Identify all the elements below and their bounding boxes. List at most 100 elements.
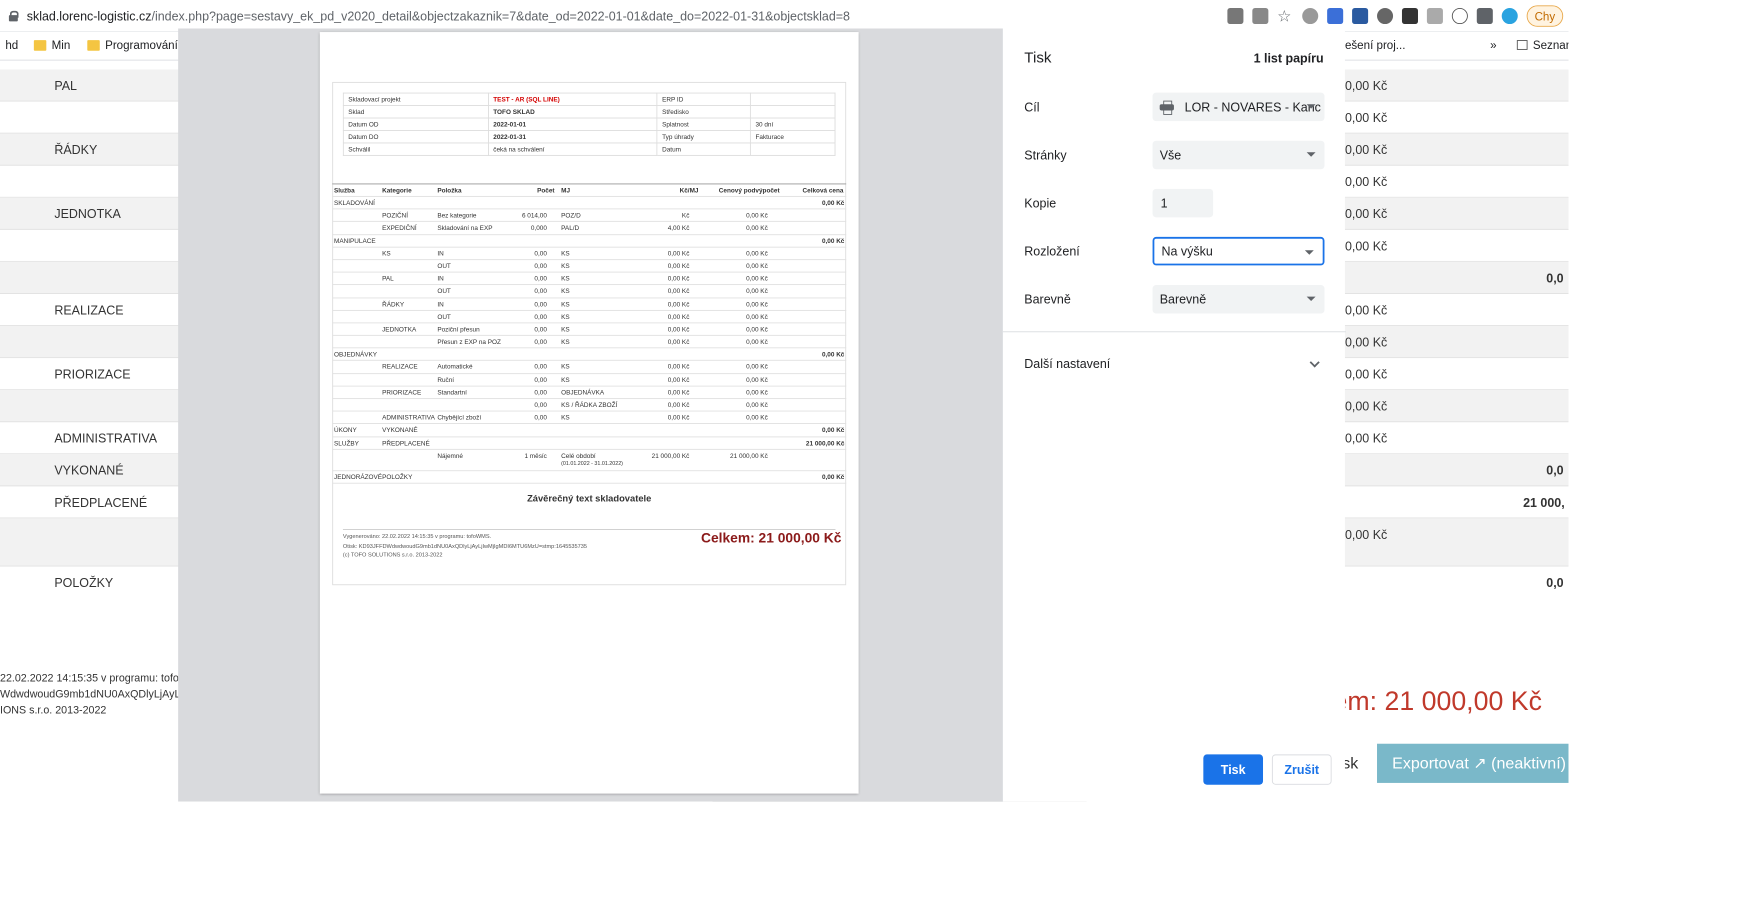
table-row: POZIČNÍ Bez kategorie 6 014,00 POZ/D Kč 0,00 … xyxy=(332,209,847,223)
project-info-cell: TEST - AR (SQL LINE) xyxy=(487,92,658,106)
key-icon[interactable] xyxy=(1227,8,1244,25)
project-info-table: Skladovací projekt TEST - AR (SQL LINE) ER… xyxy=(342,92,836,156)
table-cell: Chybějící zboží xyxy=(437,413,482,422)
bg-subtotal: 21 000, xyxy=(1523,495,1565,510)
table-cell: KS xyxy=(561,362,570,371)
new-ext-icon[interactable] xyxy=(1401,8,1418,25)
chevron-down-icon xyxy=(1306,296,1316,302)
project-info-cell: Datum OD xyxy=(342,117,489,131)
share-icon[interactable] xyxy=(1252,8,1269,25)
table-cell: REALIZACE xyxy=(382,362,418,371)
more-settings[interactable]: Další nastavení xyxy=(1024,356,1110,370)
project-info-row: Datum DO 2022-01-31 Typ úhrady Fakturace xyxy=(342,130,836,144)
table-cell: 0,00 Kč xyxy=(667,274,690,283)
table-cell: PRIORIZACE xyxy=(382,388,422,397)
puzzle-icon[interactable] xyxy=(1476,8,1493,25)
reading-list[interactable]: Seznar xyxy=(1516,38,1569,52)
bg-subtotal: 0,0 xyxy=(1546,575,1564,590)
table-cell: 0,00 xyxy=(534,400,547,409)
star-icon[interactable]: ☆ xyxy=(1277,8,1293,24)
project-info-cell xyxy=(750,105,836,119)
table-cell: 0,00 Kč xyxy=(667,261,690,270)
copies-input[interactable]: 1 xyxy=(1152,188,1214,218)
bookmark-min[interactable]: Min xyxy=(33,38,70,52)
table-cell: KS xyxy=(561,299,570,308)
bookmark-hd[interactable]: hd xyxy=(5,38,18,51)
table-cell: Přesun z EXP na POZ xyxy=(437,337,501,346)
table-row: ŘÁDKY IN 0,00 KS 0,00 Kč 0,00 Kč xyxy=(332,298,847,311)
project-info-cell xyxy=(750,142,836,156)
table-cell: 0,00 Kč xyxy=(821,426,845,435)
table-cell: KS xyxy=(561,274,570,283)
table-cell: Ruční xyxy=(437,375,455,384)
table-cell: 0,00 Kč xyxy=(667,375,690,384)
table-cell: 0,00 Kč xyxy=(667,362,690,371)
table-cell: 0,00 Kč xyxy=(667,287,690,296)
edge-icon[interactable] xyxy=(1501,8,1518,25)
table-cell: 0,00 Kč xyxy=(746,287,768,296)
table-cell: Poziční přesun xyxy=(437,324,480,334)
bg-value: 0,00 Kč xyxy=(1344,174,1388,189)
destination-label: Cíl xyxy=(1024,99,1040,115)
settings-ext-icon[interactable] xyxy=(1376,8,1393,25)
print-button[interactable]: Tisk xyxy=(1203,754,1264,785)
period-note: (01.01.2022 - 31.01.2022) xyxy=(561,461,623,467)
layout-select[interactable]: Na výšku xyxy=(1152,236,1325,266)
camera-icon[interactable] xyxy=(1426,8,1443,25)
table-row: KS IN 0,00 KS 0,00 Kč 0,00 Kč xyxy=(332,247,847,261)
table-cell: OBJEDNÁVKY xyxy=(334,350,378,359)
ext-badge-icon[interactable] xyxy=(1451,8,1468,25)
table-cell: KS xyxy=(561,249,570,258)
table-cell: 0,00 Kč xyxy=(667,324,690,334)
table-row: JEDNORÁZOVÉ POLOŽKY 0,00 Kč xyxy=(332,471,847,484)
translate-icon[interactable] xyxy=(1327,8,1344,25)
expand-icon[interactable] xyxy=(1309,357,1320,368)
print-preview-page: Skladovací projekt TEST - AR (SQL LINE) ER… xyxy=(319,32,859,794)
chevron-down-icon xyxy=(1306,152,1316,157)
table-cell: 0,00 Kč xyxy=(821,350,845,359)
table-cell: 0,00 xyxy=(534,274,547,283)
destination-select[interactable]: LOR - NOVARES - Kanc xyxy=(1152,92,1325,122)
table-cell: 6 014,00 xyxy=(521,211,547,220)
table-row: OUT 0,00 KS 0,00 Kč 0,00 Kč xyxy=(332,260,847,273)
bookmarks-overflow[interactable]: » xyxy=(1490,38,1496,51)
table-cell: 0,00 Kč xyxy=(667,249,690,258)
bookmark-reseni[interactable]: ešení proj... xyxy=(1345,38,1406,51)
project-info-cell: Splatnost xyxy=(656,117,752,131)
table-cell: 0,00 Kč xyxy=(746,223,768,232)
sheet-count: 1 list papíru xyxy=(1253,50,1324,66)
table-cell: POZ/D xyxy=(561,211,581,220)
export-button[interactable]: Exportovat ↗ (neaktivní) xyxy=(1377,743,1569,783)
cancel-button[interactable]: Zrušit xyxy=(1271,754,1332,785)
adblock-icon[interactable] xyxy=(1302,8,1319,25)
table-cell: 0,00 Kč xyxy=(746,388,768,397)
bg-value: 0,00 Kč xyxy=(1344,142,1388,157)
bookmark-programovani[interactable]: Programování xyxy=(87,38,178,52)
copies-label: Kopie xyxy=(1024,195,1057,211)
project-info-cell: Datum xyxy=(656,142,752,156)
pages-label: Stránky xyxy=(1024,147,1067,163)
generated-info: Vygenerováno: 22.02.2022 14:15:35 v prog… xyxy=(342,533,588,559)
table-cell: POLOŽKY xyxy=(382,472,413,481)
project-info-row: Schválil čeká na schválení Datum xyxy=(342,142,836,156)
table-cell: OUT xyxy=(437,261,451,270)
table-cell: Automatické xyxy=(437,362,473,371)
table-cell: 0,00 Kč xyxy=(821,236,845,245)
table-cell: OUT xyxy=(437,287,451,296)
bg-value: 0,00 Kč xyxy=(1344,431,1388,446)
table-cell: KS xyxy=(561,312,570,321)
project-info-cell: 30 dní xyxy=(750,117,836,131)
address-bar[interactable]: sklad.lorenc-logistic.cz/index.php?page=… xyxy=(8,0,850,32)
folder-icon xyxy=(87,39,100,51)
divider xyxy=(1002,331,1346,333)
print-settings-panel: Tisk 1 list papíru Cíl LOR - NOVARES - K… xyxy=(1002,28,1346,802)
table-cell: EXPEDIČNÍ xyxy=(382,223,417,232)
table-cell: 0,00 Kč xyxy=(746,211,768,220)
csob-icon[interactable] xyxy=(1351,8,1369,25)
pages-select[interactable]: Vše xyxy=(1152,140,1325,170)
project-info-cell: ERP ID xyxy=(656,92,752,106)
profile-chip[interactable]: Chy xyxy=(1526,5,1564,27)
table-row: 0,00 KS / ŘÁDKA ZBOŽÍ 0,00 Kč 0,00 Kč xyxy=(332,399,847,412)
color-select[interactable]: Barevně xyxy=(1152,285,1325,314)
table-cell: 0,00 xyxy=(534,362,547,371)
